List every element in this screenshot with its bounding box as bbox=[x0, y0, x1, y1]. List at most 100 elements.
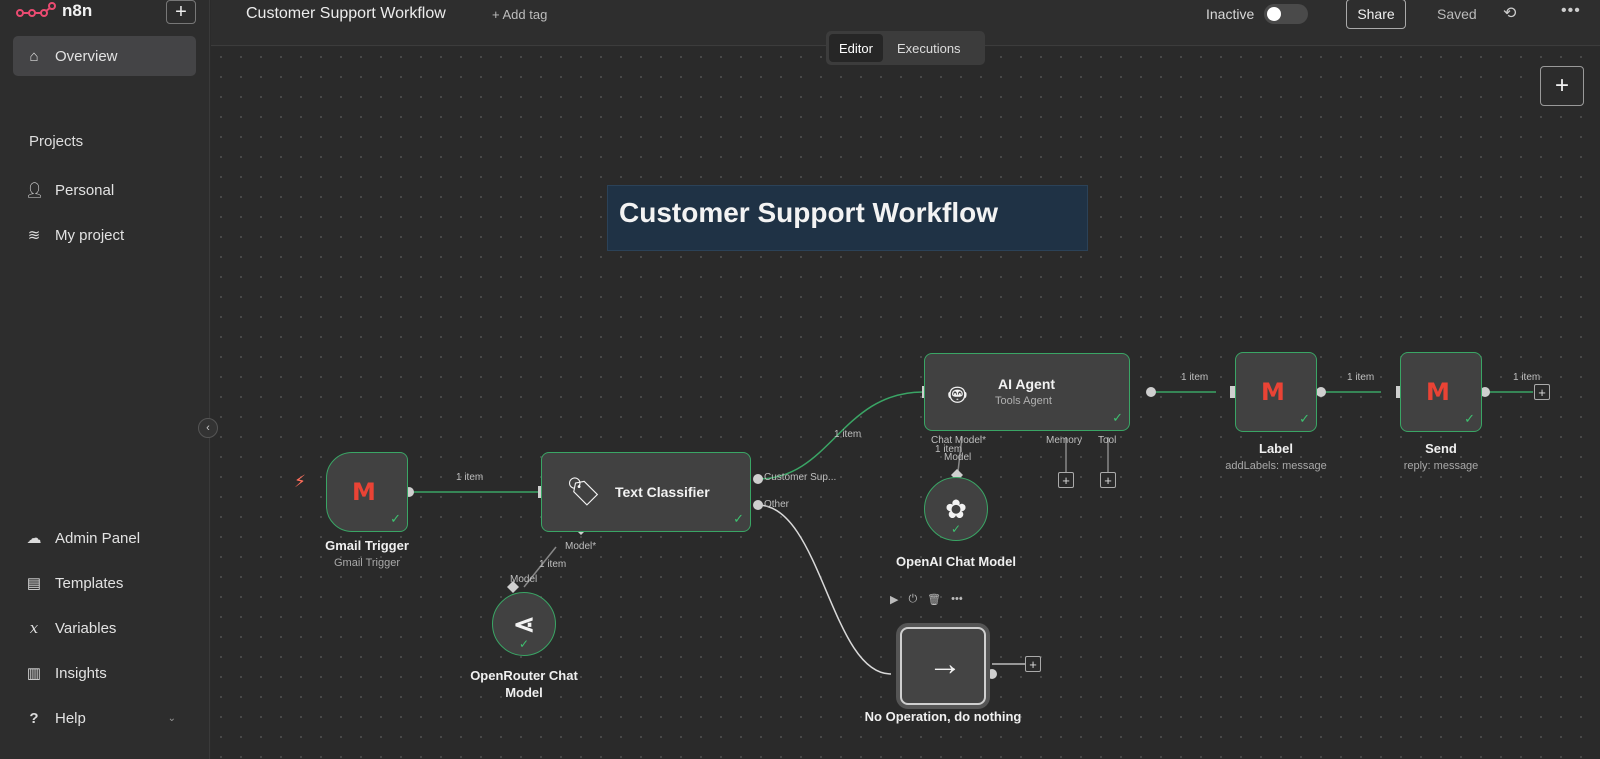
sidebar-item-label: Variables bbox=[55, 619, 117, 637]
chevron-left-icon: ‹ bbox=[206, 422, 210, 434]
tab-editor[interactable]: Editor bbox=[829, 34, 883, 62]
node-no-operation[interactable]: → bbox=[900, 627, 986, 705]
add-next-node-button[interactable]: + bbox=[1534, 384, 1550, 400]
port-label: Memory bbox=[1046, 435, 1083, 446]
toggle-knob bbox=[1267, 7, 1281, 21]
sidebar-item-label: Admin Panel bbox=[55, 529, 141, 547]
trigger-bolt-icon: ⚡︎ bbox=[294, 472, 306, 491]
node-subtitle: Gmail Trigger bbox=[333, 557, 401, 569]
success-check-icon: ✓ bbox=[1464, 411, 1475, 426]
success-check-icon: ✓ bbox=[733, 511, 744, 526]
saved-status: Saved bbox=[1437, 6, 1477, 22]
edge-label: 1 item bbox=[539, 559, 567, 570]
edge-classifier-noop bbox=[757, 504, 892, 675]
node-openrouter-chat-model[interactable]: ⋖ ✓ bbox=[492, 592, 556, 656]
app-window: n8n + ⌂ Overview Projects 👤︎ Personal ≋ … bbox=[0, 0, 1600, 759]
node-gmail-send[interactable]: M ✓ bbox=[1400, 352, 1482, 432]
success-check-icon: ✓ bbox=[390, 511, 401, 526]
active-toggle[interactable] bbox=[1264, 4, 1308, 24]
add-after-noop-button[interactable]: + bbox=[1025, 656, 1041, 672]
node-title: AI Agent bbox=[998, 376, 1056, 392]
sidebar-item-label: My project bbox=[55, 226, 125, 244]
node-text-classifier[interactable]: 🏷︎ Text Classifier ✓ bbox=[541, 452, 751, 532]
add-tag-button[interactable]: + Add tag bbox=[492, 7, 547, 22]
sidebar-item-insights[interactable]: ▥ Insights bbox=[13, 653, 196, 693]
gmail-icon: M bbox=[1261, 378, 1285, 406]
workflow-canvas[interactable]: + Customer Support Workflow ⚡︎ M ✓ Gmail… bbox=[211, 47, 1600, 759]
node-title: Label bbox=[1259, 441, 1293, 456]
workflow-name[interactable]: Customer Support Workflow bbox=[246, 5, 446, 23]
sidebar: n8n + ⌂ Overview Projects 👤︎ Personal ≋ … bbox=[0, 0, 210, 759]
node-title: OpenAI Chat Model bbox=[896, 554, 1016, 569]
sidebar-item-label: Personal bbox=[55, 181, 115, 199]
gmail-icon: M bbox=[352, 478, 376, 506]
node-subtitle: Tools Agent bbox=[995, 395, 1052, 407]
node-ai-agent[interactable]: 🤖︎ AI Agent Tools Agent ✓ bbox=[924, 353, 1130, 431]
edge-label: 1 item bbox=[1181, 372, 1209, 383]
node-title-line1: OpenRouter Chat bbox=[470, 668, 578, 683]
tag-icon: 🏷︎ bbox=[566, 476, 602, 507]
edge-label: 1 item bbox=[1347, 372, 1375, 383]
more-options-icon[interactable]: ••• bbox=[1561, 2, 1581, 20]
chart-bar-icon: ▥ bbox=[26, 665, 42, 682]
arrow-right-icon: → bbox=[928, 645, 962, 683]
power-icon[interactable]: ⏻ bbox=[908, 593, 917, 606]
add-tool-button[interactable]: + bbox=[1100, 472, 1116, 488]
sidebar-item-label: Insights bbox=[55, 664, 107, 682]
success-check-icon: ✓ bbox=[1299, 411, 1310, 426]
sidebar-item-overview[interactable]: ⌂ Overview bbox=[13, 36, 196, 76]
node-title: No Operation, do nothing bbox=[864, 709, 1022, 724]
sidebar-item-label: Templates bbox=[55, 574, 124, 592]
node-openai-chat-model[interactable]: ✿ ✓ bbox=[924, 477, 988, 541]
history-icon[interactable]: ⟲ bbox=[1503, 3, 1516, 23]
success-check-icon: ✓ bbox=[951, 522, 962, 536]
node-subtitle: addLabels: message bbox=[1225, 460, 1327, 472]
cloud-icon: ☁ bbox=[26, 530, 42, 547]
output-label: Customer Sup... bbox=[764, 472, 837, 483]
sticky-note[interactable]: Customer Support Workflow bbox=[607, 185, 1088, 251]
home-icon: ⌂ bbox=[29, 47, 39, 65]
variable-icon: x bbox=[29, 619, 39, 637]
add-memory-button[interactable]: + bbox=[1058, 472, 1074, 488]
success-check-icon: ✓ bbox=[519, 637, 530, 651]
gmail-icon: M bbox=[1426, 378, 1450, 406]
collapse-sidebar-button[interactable]: ‹ bbox=[198, 418, 218, 438]
success-check-icon: ✓ bbox=[1112, 410, 1123, 425]
node-title: Text Classifier bbox=[615, 484, 710, 500]
output-label: Other bbox=[764, 499, 790, 510]
n8n-logo[interactable]: n8n bbox=[16, 0, 92, 22]
sidebar-item-variables[interactable]: x Variables bbox=[13, 608, 196, 648]
node-title-line2: Model bbox=[505, 685, 543, 700]
layers-icon: ≋ bbox=[27, 227, 41, 244]
node-gmail-trigger[interactable]: M ✓ bbox=[326, 452, 408, 532]
sidebar-item-label: Help bbox=[55, 709, 86, 727]
projects-section-title: Projects bbox=[29, 133, 84, 150]
trash-icon[interactable]: 🗑︎ bbox=[927, 593, 941, 606]
n8n-logo-icon bbox=[16, 2, 56, 17]
share-button[interactable]: Share bbox=[1346, 0, 1406, 29]
more-icon[interactable]: ••• bbox=[951, 593, 963, 606]
sidebar-item-admin-panel[interactable]: ☁ Admin Panel bbox=[13, 518, 196, 558]
robot-icon: 🤖︎ bbox=[949, 379, 966, 410]
view-tabs: Editor Executions bbox=[826, 31, 985, 65]
chevron-down-icon: ⌄ bbox=[167, 712, 176, 724]
active-status-label: Inactive bbox=[1206, 6, 1255, 22]
play-icon[interactable]: ▶ bbox=[890, 593, 898, 606]
port-label: Model bbox=[944, 452, 972, 463]
node-title: Gmail Trigger bbox=[325, 538, 409, 553]
sidebar-item-help[interactable]: ? Help ⌄ bbox=[13, 698, 196, 738]
sidebar-item-templates[interactable]: ▤ Templates bbox=[13, 563, 196, 603]
input-label: Model* bbox=[565, 541, 597, 552]
sidebar-item-personal[interactable]: 👤︎ Personal bbox=[13, 170, 196, 210]
port-label: Model bbox=[510, 574, 538, 585]
edge-label: 1 item bbox=[456, 472, 484, 483]
create-new-button[interactable]: + bbox=[166, 0, 196, 24]
tab-executions[interactable]: Executions bbox=[887, 34, 971, 62]
add-node-button[interactable]: + bbox=[1540, 66, 1584, 106]
sticky-note-title: Customer Support Workflow bbox=[619, 197, 999, 228]
sidebar-item-my-project[interactable]: ≋ My project bbox=[13, 215, 196, 255]
node-gmail-label[interactable]: M ✓ bbox=[1235, 352, 1317, 432]
openrouter-icon: ⋖ bbox=[513, 608, 535, 639]
sidebar-item-label: Overview bbox=[55, 47, 118, 65]
user-icon: 👤︎ bbox=[25, 182, 45, 199]
